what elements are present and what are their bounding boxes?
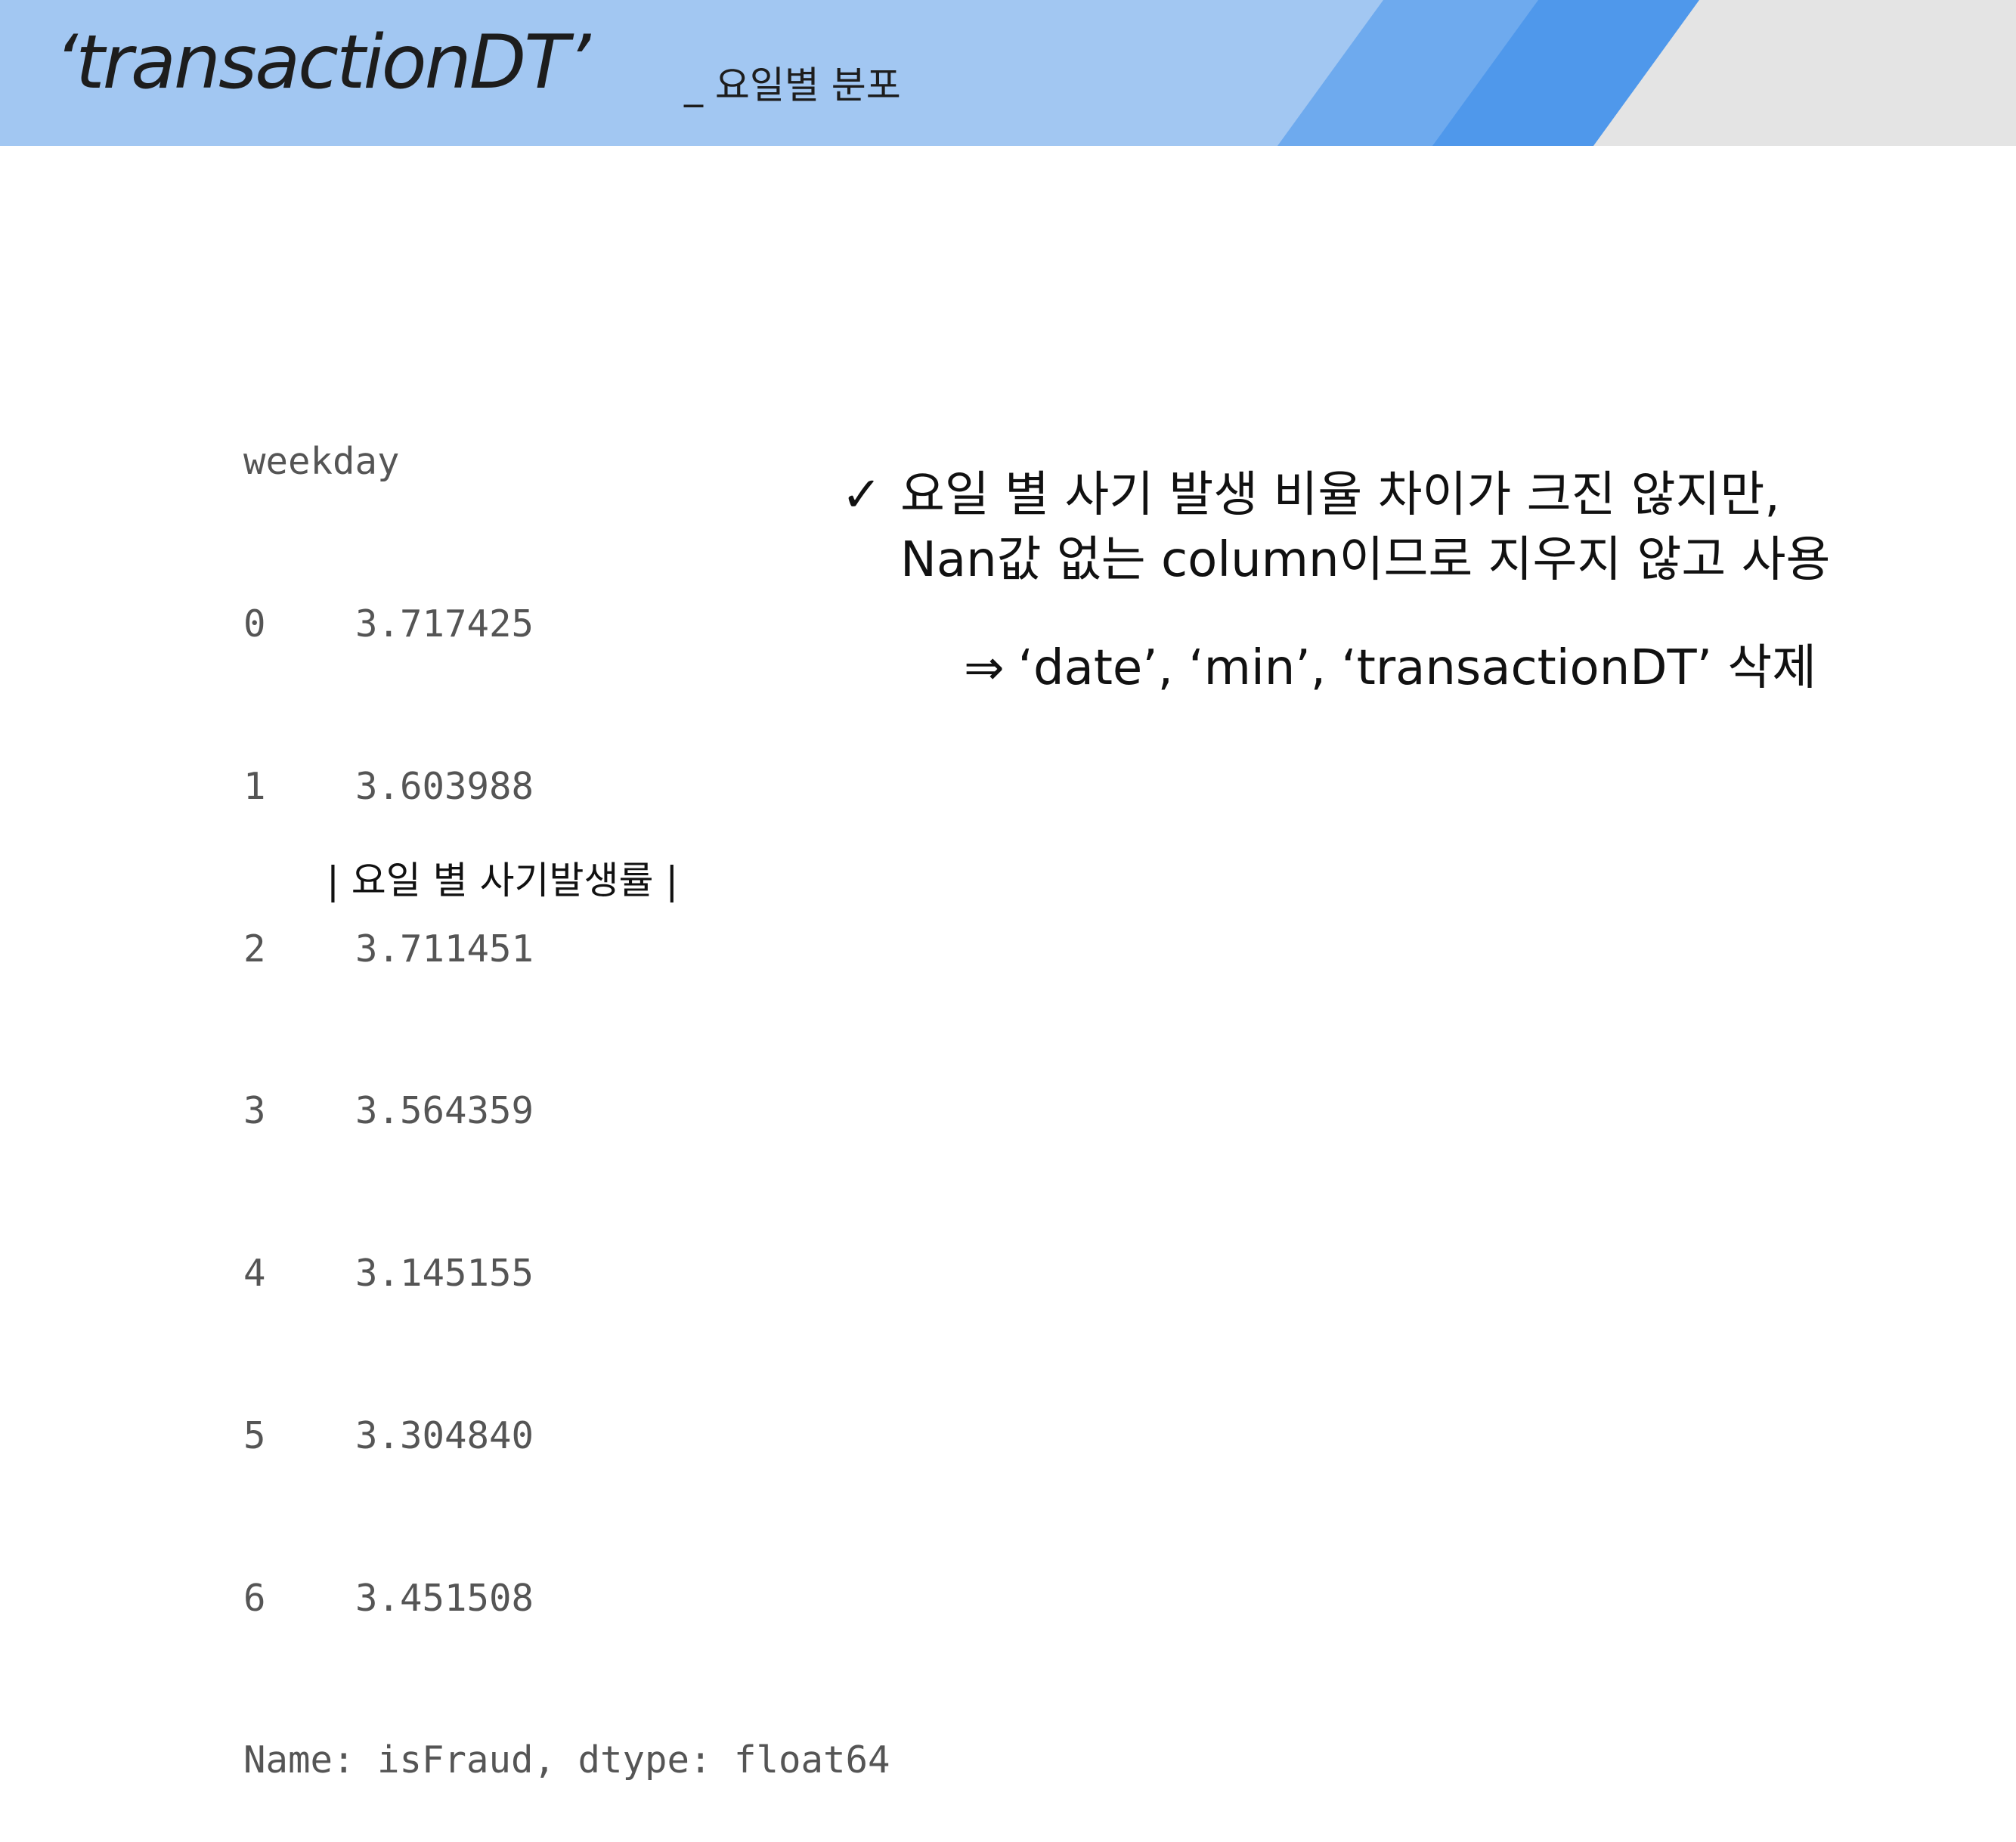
row-value: 3.145155 [355,1252,534,1296]
slide-title: ‘transactionDT’ [54,20,590,106]
output-row: 4 3.145155 [243,1246,890,1301]
conclusion-line: ⇒ ‘date’, ‘min’, ‘transactionDT’ 삭제 [964,644,1816,692]
implies-arrow-icon: ⇒ [964,640,1005,696]
row-index: 4 [243,1252,266,1296]
output-header: weekday [243,440,400,484]
output-row: 5 3.304840 [243,1409,890,1463]
note-line-1: ✓ 요일 별 사기 발생 비율 차이가 크진 않지만, [841,463,1830,528]
row-value: 3.451508 [355,1576,534,1620]
note-text-2: Nan값 없는 column이므로 지우지 않고 사용 [900,532,1831,588]
conclusion-text: ‘date’, ‘min’, ‘transactionDT’ 삭제 [1017,640,1817,696]
row-value: 3.711451 [355,927,534,971]
row-index: 2 [243,927,266,971]
row-index: 5 [243,1413,266,1457]
slide-subtitle: _ 요일별 분포 [684,63,901,107]
note-text-1: 요일 별 사기 발생 비율 차이가 크진 않지만, [900,467,1780,523]
output-row: 1 3.603988 [243,760,890,814]
output-footer: Name: isFraud, dtype: float64 [243,1738,890,1782]
output-row: 3 3.564359 [243,1084,890,1138]
row-value: 3.717425 [355,602,534,645]
code-output: weekday 0 3.717425 1 3.603988 2 3.711451 33… [243,327,890,1842]
row-value: 3.304840 [355,1413,534,1457]
row-index: 0 [243,602,266,645]
row-index: 3 [243,1089,266,1133]
output-row: 6 3.451508 [243,1571,890,1626]
output-row: 2 3.711451 [243,922,890,977]
header-band: ‘transactionDT’ _ 요일별 분포 [0,0,2016,146]
row-value: 3.603988 [355,764,534,808]
output-row: 0 3.717425 [243,597,890,652]
row-index: 6 [243,1576,266,1620]
note-line-2: Nan값 없는 column이므로 지우지 않고 사용 [841,528,1830,593]
row-value: 3.564359 [355,1089,534,1133]
row-index: 1 [243,764,266,808]
checkmark-icon: ✓ [841,467,882,523]
note-block: ✓ 요일 별 사기 발생 비율 차이가 크진 않지만, Nan값 없는 colum… [841,463,1830,593]
output-caption: | 요일 별 사기발생률 | [327,859,679,902]
